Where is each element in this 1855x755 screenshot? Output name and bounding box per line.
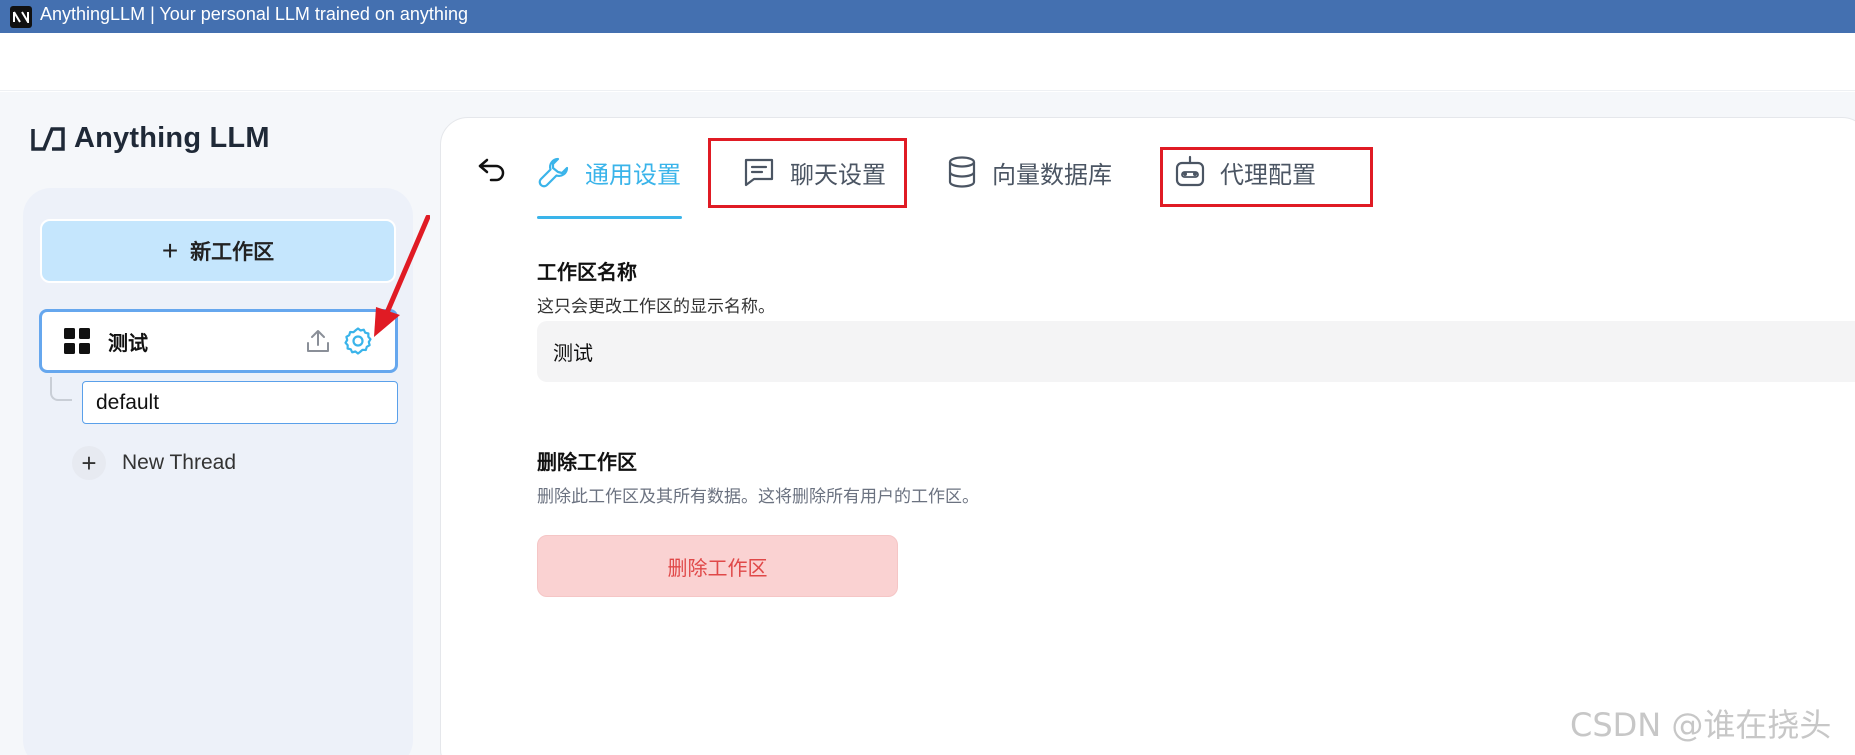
tab-general-settings[interactable]: 通用设置 [537,150,681,194]
thread-connector-line [50,377,72,401]
database-icon [948,156,976,188]
back-arrow-icon[interactable] [477,157,507,183]
delete-workspace-button[interactable]: 删除工作区 [537,535,898,597]
new-thread-label: New Thread [122,451,237,474]
new-workspace-button[interactable]: + 新工作区 [40,219,396,283]
workspace-name: 测试 [108,332,148,355]
tab-label: 通用设置 [585,161,681,189]
app-logo-icon [10,5,32,28]
anything-llm-logo-icon [31,126,65,151]
tab-label: 向量数据库 [992,161,1112,189]
workspace-name-description: 这只会更改工作区的显示名称。 [537,297,775,316]
delete-workspace-title: 删除工作区 [537,452,637,474]
workspace-grid-icon [64,328,90,354]
new-thread-button[interactable]: + New Thread [72,443,236,483]
upload-icon[interactable] [305,328,331,354]
gear-icon[interactable] [343,326,373,356]
delete-workspace-description: 删除此工作区及其所有数据。这将删除所有用户的工作区。 [537,487,979,506]
thread-item-default[interactable]: default [82,381,398,424]
window-titlebar: AnythingLLM | Your personal LLM trained … [0,0,1855,33]
plus-icon: + [72,446,106,480]
new-workspace-label: 新工作区 [190,241,275,264]
app-logo[interactable]: Anything LLM [30,122,270,155]
settings-panel [440,117,1855,755]
logo-text: Anything LLM [74,122,270,154]
workspace-name-input[interactable] [537,321,1855,382]
tab-vector-database[interactable]: 向量数据库 [946,150,1112,194]
workspace-item[interactable]: 测试 [39,309,398,373]
browser-toolbar [0,33,1855,91]
annotation-highlight-box [1160,147,1373,207]
window-title: AnythingLLM | Your personal LLM trained … [40,4,468,24]
annotation-highlight-box [708,138,907,208]
annotation-arrow [374,215,430,337]
wrench-icon [538,157,569,188]
workspace-name-title: 工作区名称 [537,262,637,284]
plus-icon: + [161,235,179,266]
active-tab-indicator [537,216,682,219]
watermark: CSDN @谁在挠头 [1570,706,1832,744]
